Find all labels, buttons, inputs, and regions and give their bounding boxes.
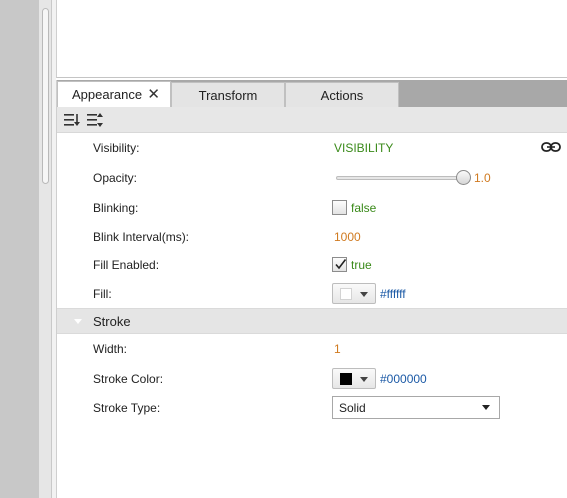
opacity-slider-thumb[interactable] [456, 170, 471, 185]
property-row-blink-interval: Blink Interval(ms): 1000 [57, 223, 567, 251]
stroke-type-value: Solid [339, 401, 366, 415]
fill-label: Fill: [93, 287, 112, 301]
property-row-blinking: Blinking: false [57, 194, 567, 222]
fill-enabled-checkbox[interactable] [332, 257, 347, 272]
property-row-stroke-type: Stroke Type: Solid [57, 394, 567, 422]
stroke-color-swatch [340, 373, 352, 385]
fill-enabled-value: true [351, 258, 372, 272]
stroke-section-header[interactable]: Stroke [57, 308, 567, 334]
blink-interval-label: Blink Interval(ms): [93, 230, 190, 244]
chevron-down-icon [482, 405, 490, 410]
width-value[interactable]: 1 [334, 342, 341, 356]
vertical-scrollbar-thumb[interactable] [42, 8, 49, 184]
tab-transform[interactable]: Transform [171, 82, 285, 107]
tab-appearance[interactable]: Appearance ✕ [57, 81, 171, 107]
property-row-visibility: Visibility: VISIBILITY [57, 134, 567, 162]
sort-categorized-icon[interactable] [64, 112, 80, 128]
tab-appearance-label: Appearance [72, 87, 143, 102]
blinking-value: false [351, 201, 377, 215]
blinking-label: Blinking: [93, 201, 139, 215]
property-editor-window: Appearance ✕ Transform Actions Visibilit… [0, 0, 567, 498]
opacity-value: 1.0 [474, 171, 491, 185]
properties-panel: Visibility: VISIBILITY Opacity: 1.0 Blin… [56, 107, 567, 498]
tab-transform-label: Transform [198, 87, 258, 103]
property-row-fill: Fill: #ffffff [57, 280, 567, 308]
property-row-stroke-color: Stroke Color: #000000 [57, 365, 567, 393]
chevron-down-icon [360, 292, 368, 297]
width-label: Width: [93, 342, 128, 356]
chevron-down-icon [360, 377, 368, 382]
stroke-color-label: Stroke Color: [93, 372, 164, 386]
stroke-color-value: #000000 [380, 372, 427, 386]
property-row-fill-enabled: Fill Enabled: true [57, 251, 567, 279]
link-icon[interactable] [541, 140, 561, 154]
opacity-label: Opacity: [93, 171, 138, 185]
property-row-width: Width: 1 [57, 335, 567, 363]
opacity-slider-track[interactable] [336, 176, 466, 180]
tab-actions-label: Actions [320, 87, 364, 103]
collapse-arrow-icon[interactable] [74, 319, 82, 324]
fill-enabled-label: Fill Enabled: [93, 258, 160, 272]
visibility-value[interactable]: VISIBILITY [334, 141, 393, 155]
blinking-checkbox[interactable] [332, 200, 347, 215]
sort-alphabetical-icon[interactable] [87, 112, 103, 128]
stroke-color-picker[interactable] [332, 368, 376, 389]
fill-color-value: #ffffff [380, 287, 406, 301]
stroke-type-label: Stroke Type: [93, 401, 161, 415]
property-row-opacity: Opacity: 1.0 [57, 164, 567, 192]
tab-bar: Appearance ✕ Transform Actions [56, 80, 567, 107]
fill-color-swatch [340, 288, 352, 300]
stroke-type-select[interactable]: Solid [332, 396, 500, 419]
close-icon[interactable]: ✕ [147, 85, 160, 103]
checkmark-icon [335, 259, 347, 270]
blink-interval-value[interactable]: 1000 [334, 230, 361, 244]
left-panel-strip [0, 0, 39, 498]
properties-toolbar [57, 107, 567, 133]
visibility-label: Visibility: [93, 141, 140, 155]
fill-color-picker[interactable] [332, 283, 376, 304]
top-pane [56, 0, 567, 78]
stroke-section-title: Stroke [93, 314, 131, 329]
tab-actions[interactable]: Actions [285, 82, 399, 107]
